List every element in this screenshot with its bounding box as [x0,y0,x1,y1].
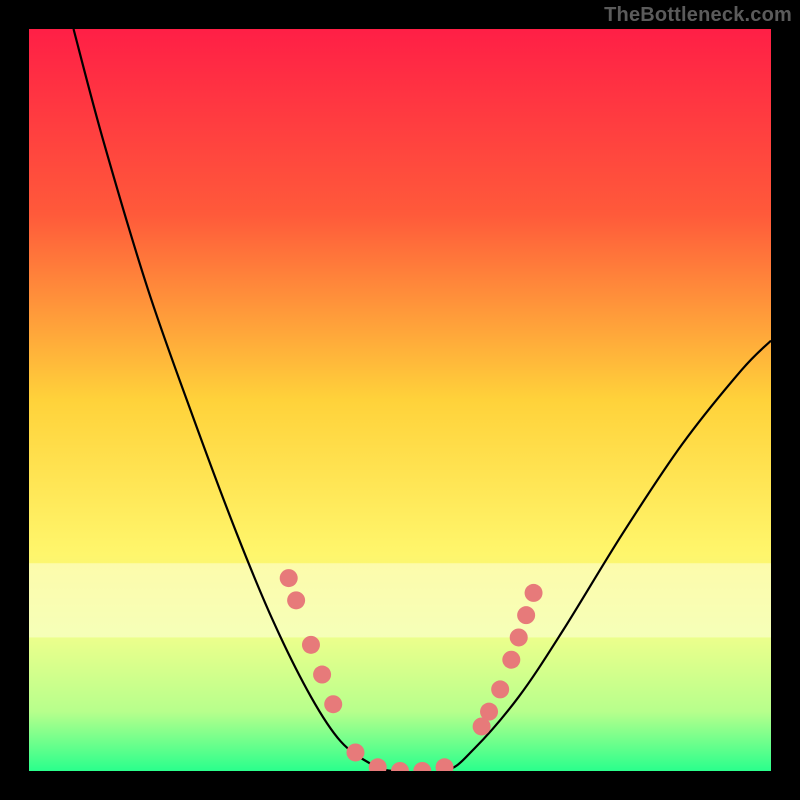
chart-svg [29,29,771,771]
data-marker [287,591,305,609]
watermark-text: TheBottleneck.com [604,4,792,27]
data-marker [302,636,320,654]
data-marker [480,703,498,721]
data-marker [502,651,520,669]
data-marker [517,606,535,624]
data-marker [313,666,331,684]
chart-plot-area [29,29,771,771]
chart-pale-band [29,563,771,637]
data-marker [510,628,528,646]
data-marker [280,569,298,587]
data-marker [525,584,543,602]
data-marker [346,743,364,761]
data-marker [491,680,509,698]
chart-background-gradient [29,29,771,771]
data-marker [324,695,342,713]
